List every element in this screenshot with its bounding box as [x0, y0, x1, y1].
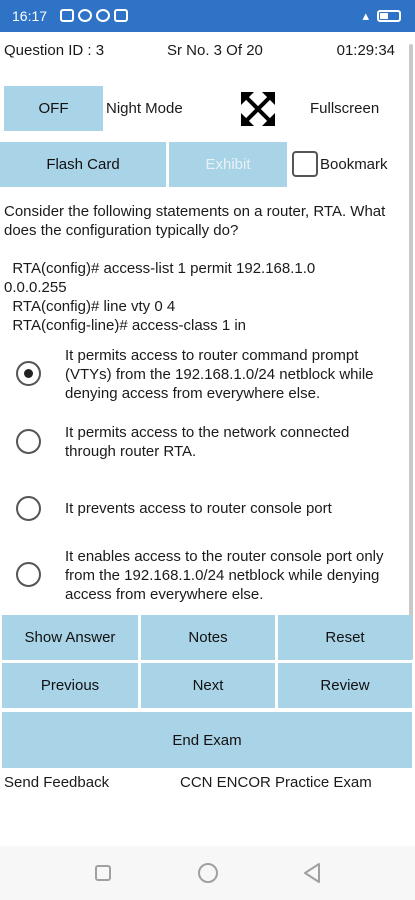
night-mode-toggle-button[interactable]: OFF — [4, 86, 103, 131]
option-radio[interactable] — [16, 562, 41, 587]
notes-button[interactable]: Notes — [141, 615, 275, 660]
question-id: Question ID : 3 — [4, 42, 105, 59]
send-feedback-link[interactable]: Send Feedback — [4, 774, 109, 791]
image-notification-icon — [114, 9, 128, 22]
question-line: does the configuration typically do? — [4, 222, 239, 239]
end-exam-button[interactable]: End Exam — [2, 712, 412, 768]
status-right: ▴ — [362, 8, 401, 24]
night-mode-label: Night Mode — [106, 100, 183, 117]
question-text: Consider the following statements on a r… — [4, 202, 409, 240]
option-text[interactable]: It permits access to the network connect… — [65, 423, 411, 461]
config-block: RTA(config)# access-list 1 permit 192.16… — [4, 259, 315, 335]
notification-icons — [60, 9, 128, 22]
option-radio[interactable] — [16, 429, 41, 454]
status-time: 16:17 — [12, 8, 48, 24]
app-notification-icon — [96, 9, 110, 22]
bookmark-checkbox[interactable] — [292, 151, 318, 177]
back-icon[interactable] — [302, 862, 322, 884]
option-text[interactable]: It prevents access to router console por… — [65, 499, 411, 518]
fullscreen-label[interactable]: Fullscreen — [310, 100, 379, 117]
recent-apps-icon[interactable] — [95, 865, 111, 881]
config-line: RTA(config)# access-list 1 permit 192.16… — [4, 260, 316, 277]
option-radio-selected[interactable] — [16, 361, 41, 386]
exam-timer: 01:29:34 — [336, 42, 395, 59]
serial-number: Sr No. 3 Of 20 — [167, 42, 263, 59]
system-nav-bar — [0, 846, 415, 900]
bookmark-label[interactable]: Bookmark — [320, 156, 388, 173]
config-line: 0.0.0.255 — [4, 279, 67, 296]
whatsapp-notification-icon — [78, 9, 92, 22]
reset-button[interactable]: Reset — [278, 615, 412, 660]
config-line: RTA(config-line)# access-class 1 in — [4, 317, 247, 334]
exhibit-button[interactable]: Exhibit — [169, 142, 287, 187]
wifi-icon: ▴ — [362, 8, 369, 23]
next-button[interactable]: Next — [141, 663, 275, 708]
option-radio[interactable] — [16, 496, 41, 521]
option-text[interactable]: It enables access to the router console … — [65, 547, 411, 604]
previous-button[interactable]: Previous — [2, 663, 138, 708]
fullscreen-icon[interactable] — [241, 92, 275, 126]
battery-icon — [377, 10, 401, 22]
video-notification-icon — [60, 9, 74, 22]
config-line: RTA(config)# line vty 0 4 — [4, 298, 176, 315]
flash-card-button[interactable]: Flash Card — [0, 142, 166, 187]
option-text[interactable]: It permits access to router command prom… — [65, 346, 411, 403]
question-line: Consider the following statements on a r… — [4, 203, 386, 220]
app-name: CCN ENCOR Practice Exam — [180, 774, 372, 791]
status-bar: 16:17 ▴ — [0, 0, 415, 32]
show-answer-button[interactable]: Show Answer — [2, 615, 138, 660]
home-icon[interactable] — [198, 863, 218, 883]
review-button[interactable]: Review — [278, 663, 412, 708]
